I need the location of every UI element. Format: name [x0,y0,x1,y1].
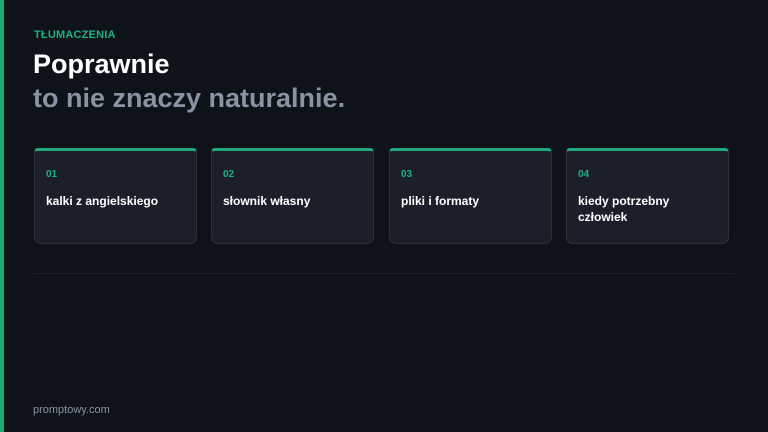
topic-card-04: 04 kiedy potrzebny człowiek [566,148,729,244]
card-number: 04 [578,169,590,180]
card-number: 01 [46,169,58,180]
topic-cards: 01 kalki z angielskiego 02 słownik własn… [34,148,730,245]
topic-card-03: 03 pliki i formaty [389,148,552,244]
card-number: 03 [401,169,413,180]
topic-card-01: 01 kalki z angielskiego [34,148,197,244]
section-eyebrow: TŁUMACZENIA [34,29,116,41]
topic-card-02: 02 słownik własny [211,148,374,244]
card-label: kalki z angielskiego [46,194,159,208]
section-divider [34,273,734,274]
left-accent-bar [0,0,4,432]
card-label: pliki i formaty [401,194,480,208]
card-number: 02 [223,169,235,180]
card-label: słownik własny [223,194,311,208]
page-subtitle: to nie znaczy naturalnie. [33,83,346,113]
page-title: Poprawnie [33,49,170,79]
footer-site: promptowy.com [33,404,110,416]
card-label: kiedy potrzebny człowiek [578,194,670,224]
